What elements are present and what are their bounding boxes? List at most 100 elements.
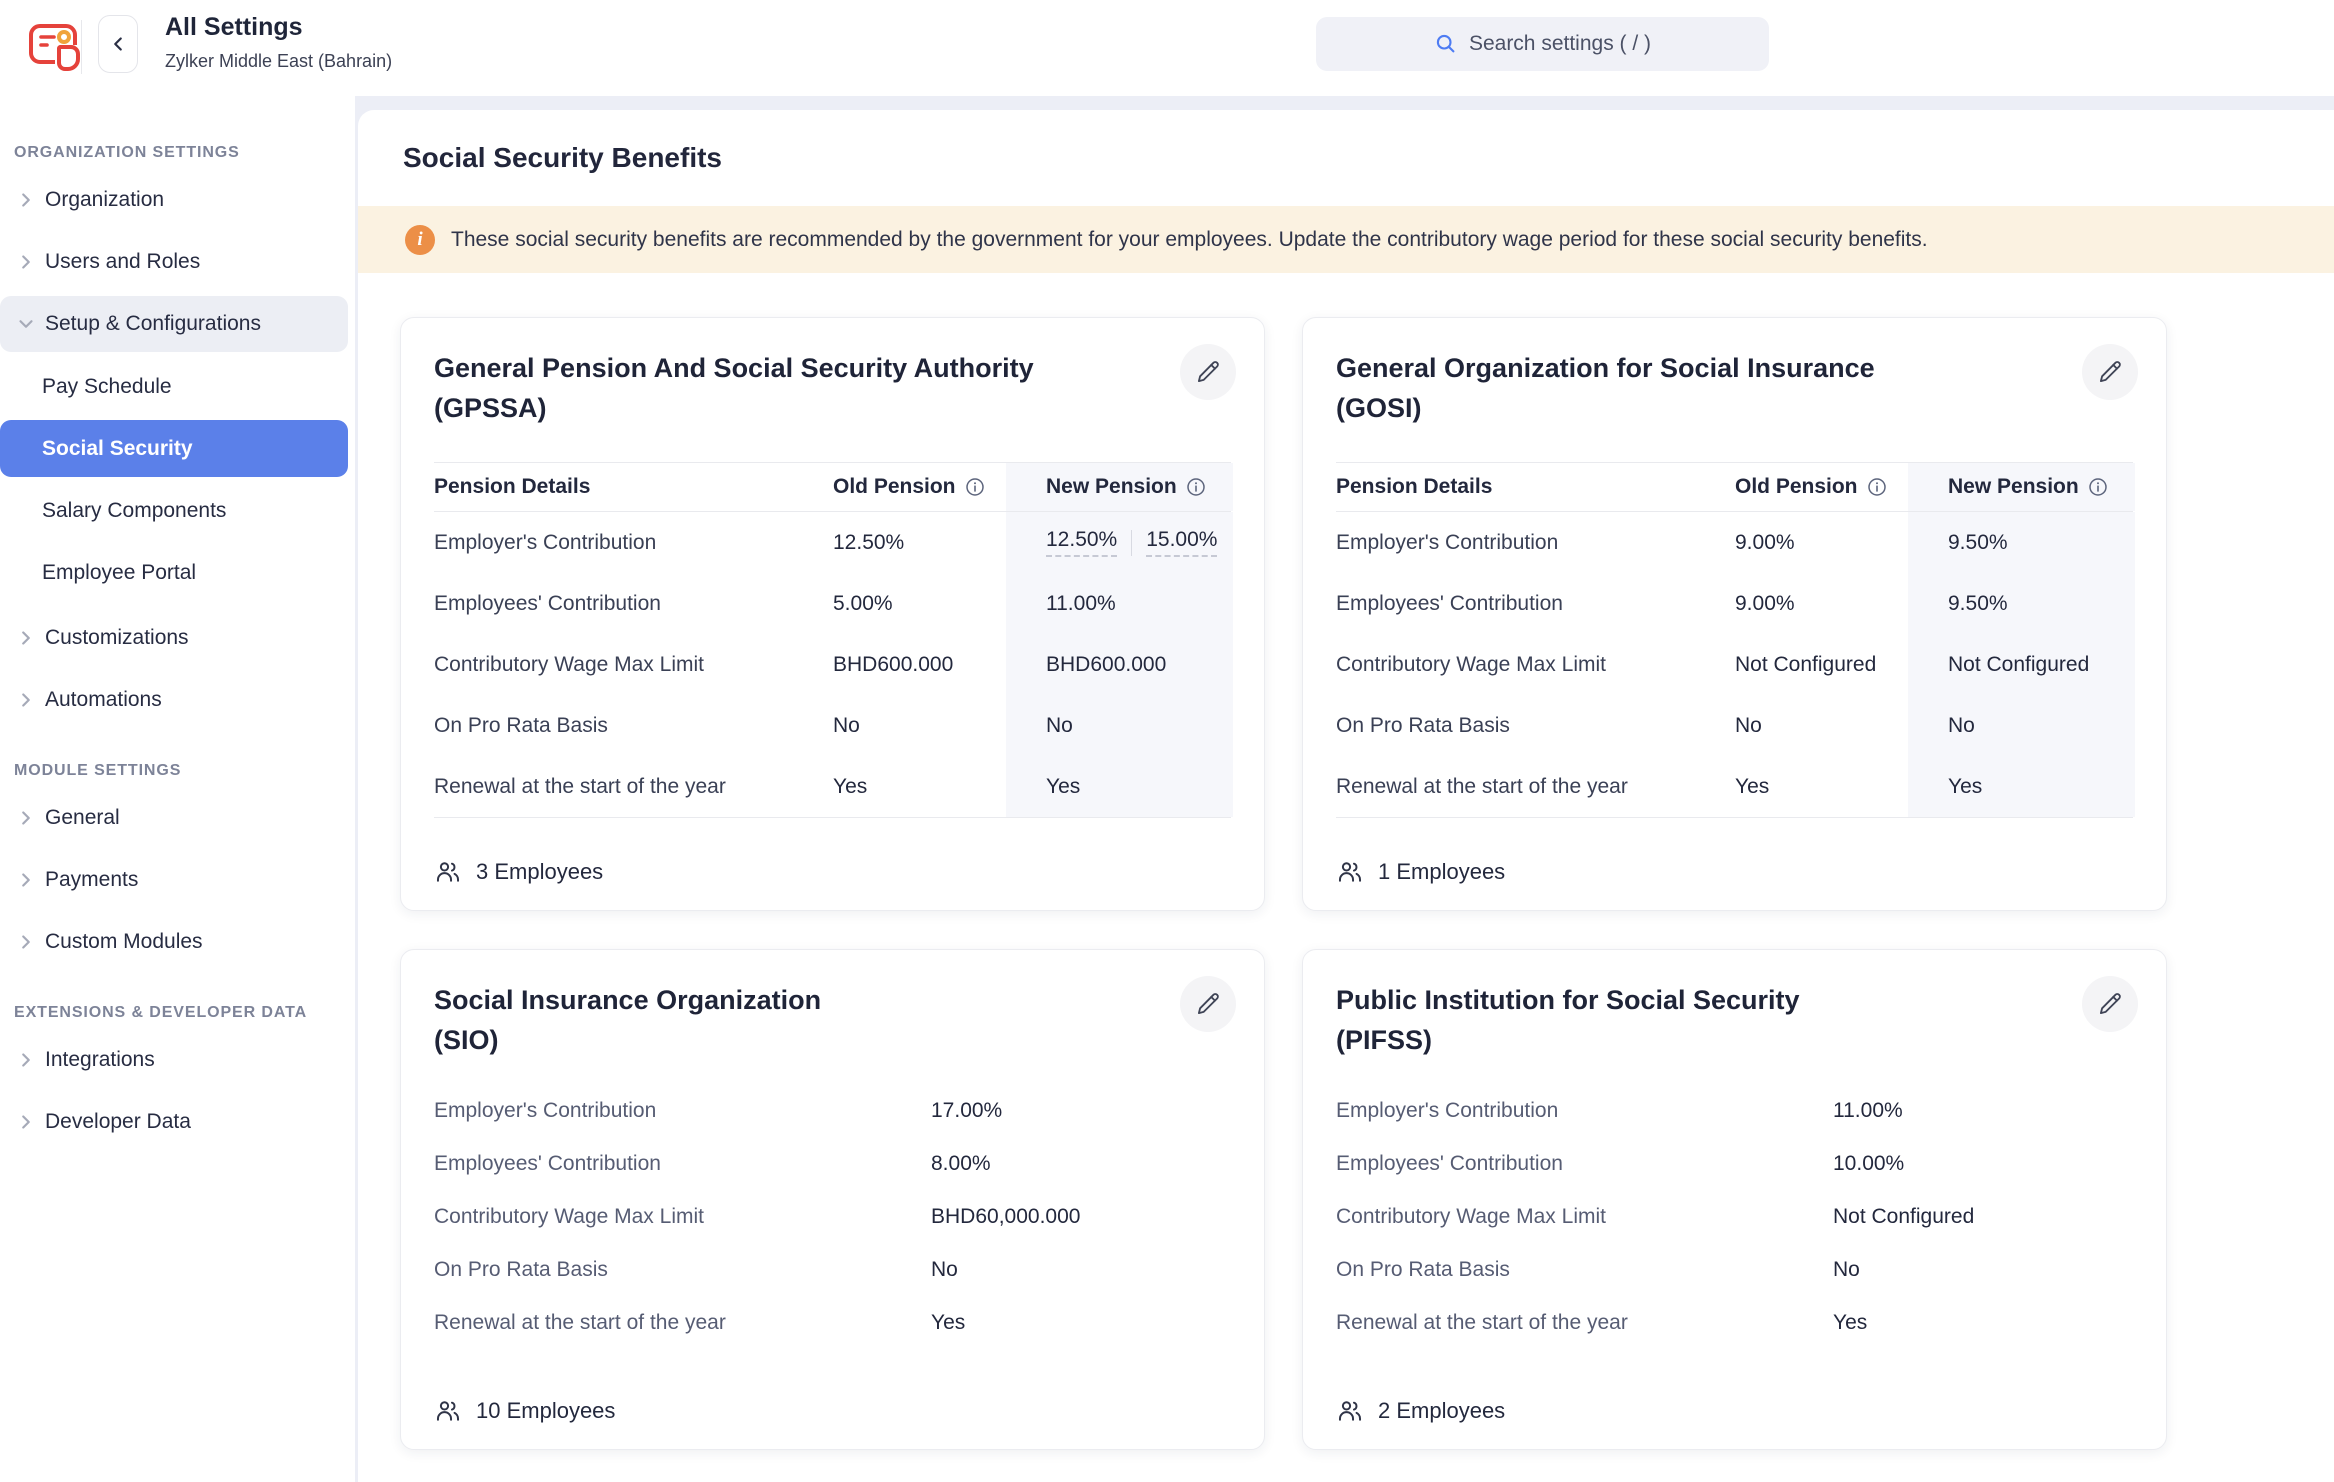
row-value: 8.00% (931, 1152, 1231, 1176)
table-row: Employer's Contribution 12.50% 12.50% 15… (434, 512, 1231, 573)
sidebar-item-label: Pay Schedule (42, 375, 172, 399)
edit-button[interactable] (1180, 976, 1236, 1032)
sidebar-item-customizations[interactable]: Customizations (0, 610, 348, 666)
row-label: Renewal at the start of the year (1336, 1311, 1833, 1335)
chevron-right-icon (15, 1049, 37, 1071)
sidebar-item-label: Setup & Configurations (45, 312, 261, 336)
benefit-details-list: Employer's Contribution 17.00% Employees… (434, 1084, 1231, 1349)
employees-icon (434, 1397, 462, 1425)
new-pension-value: Not Configured (1908, 634, 2135, 695)
detail-row: Employees' Contribution 8.00% (434, 1137, 1231, 1190)
sidebar-item-label: Salary Components (42, 499, 226, 523)
row-label: Renewal at the start of the year (1336, 756, 1735, 817)
sidebar-item-users-and-roles[interactable]: Users and Roles (0, 234, 348, 290)
sidebar-item-label: Integrations (45, 1048, 155, 1072)
benefit-card-sio: Social Insurance Organization(SIO) Emplo… (400, 949, 1265, 1450)
employee-count: 3 Employees (434, 858, 603, 886)
sidebar-item-label: Employee Portal (42, 561, 196, 585)
benefit-card-gosi: General Organization for Social Insuranc… (1302, 317, 2167, 911)
table-row: On Pro Rata Basis No No (1336, 695, 2133, 756)
pencil-icon (1195, 991, 1221, 1017)
employees-icon (434, 858, 462, 886)
employee-count: 1 Employees (1336, 858, 1505, 886)
sidebar-item-setup-configurations[interactable]: Setup & Configurations (0, 296, 348, 352)
info-circle-icon[interactable] (2088, 477, 2108, 497)
benefit-card-gpssa: General Pension And Social Security Auth… (400, 317, 1265, 911)
card-title: Public Institution for Social Security(P… (1336, 980, 2133, 1060)
new-pension-value: 9.50% (1908, 512, 2135, 573)
row-value: Yes (1833, 1311, 2133, 1335)
edit-button[interactable] (2082, 976, 2138, 1032)
old-pension-value: BHD600.000 (833, 634, 1006, 695)
row-label: Employees' Contribution (1336, 1152, 1833, 1176)
old-pension-value: 5.00% (833, 573, 1006, 634)
info-circle-icon[interactable] (1186, 477, 1206, 497)
chevron-right-icon (15, 807, 37, 829)
old-pension-value: 9.00% (1735, 573, 1908, 634)
info-circle-icon[interactable] (1867, 477, 1887, 497)
pencil-icon (2097, 991, 2123, 1017)
table-row: Employees' Contribution 5.00% 11.00% (434, 573, 1231, 634)
sidebar-item-payments[interactable]: Payments (0, 852, 348, 908)
row-label: Contributory Wage Max Limit (434, 634, 833, 695)
row-value: 17.00% (931, 1099, 1231, 1123)
employee-count-label: 10 Employees (476, 1398, 615, 1424)
new-pension-value[interactable]: 12.50% (1046, 528, 1117, 557)
row-value: BHD60,000.000 (931, 1205, 1231, 1229)
column-header-pension-details: Pension Details (434, 463, 833, 511)
new-pension-alt-value[interactable]: 15.00% (1146, 528, 1217, 557)
sidebar-item-label: Payments (45, 868, 138, 892)
organization-name: Zylker Middle East (Bahrain) (165, 51, 392, 72)
search-settings-input[interactable]: Search settings ( / ) (1316, 17, 1769, 71)
sidebar-item-label: Customizations (45, 626, 189, 650)
sidebar-item-label: Custom Modules (45, 930, 203, 954)
row-value: No (931, 1258, 1231, 1282)
row-label: Employees' Contribution (434, 573, 833, 634)
back-button[interactable] (98, 15, 138, 73)
old-pension-value: Yes (833, 756, 1006, 817)
info-banner: i These social security benefits are rec… (358, 206, 2334, 273)
employee-count-label: 2 Employees (1378, 1398, 1505, 1424)
row-label: Contributory Wage Max Limit (1336, 634, 1735, 695)
sidebar-item-general[interactable]: General (0, 790, 348, 846)
sidebar-item-social-security[interactable]: Social Security (0, 420, 348, 477)
detail-row: Contributory Wage Max Limit Not Configur… (1336, 1190, 2133, 1243)
card-title: General Pension And Social Security Auth… (434, 348, 1231, 428)
edit-button[interactable] (2082, 344, 2138, 400)
row-label: Employer's Contribution (1336, 512, 1735, 573)
row-value: Not Configured (1833, 1205, 2133, 1229)
header-divider (81, 20, 82, 74)
sidebar-section-extensions-developer-data: EXTENSIONS & DEVELOPER DATA (14, 1004, 348, 1022)
row-label: Employees' Contribution (434, 1152, 931, 1176)
detail-row: Employer's Contribution 11.00% (1336, 1084, 2133, 1137)
value-divider (1131, 530, 1132, 556)
row-label: On Pro Rata Basis (1336, 1258, 1833, 1282)
edit-button[interactable] (1180, 344, 1236, 400)
pension-table: Pension Details Old Pension New Pension (434, 462, 1231, 818)
sidebar-item-employee-portal[interactable]: Employee Portal (0, 544, 348, 601)
row-value: No (1833, 1258, 2133, 1282)
employee-count: 2 Employees (1336, 1397, 1505, 1425)
detail-row: Renewal at the start of the year Yes (434, 1296, 1231, 1349)
sidebar-item-salary-components[interactable]: Salary Components (0, 482, 348, 539)
sidebar-item-automations[interactable]: Automations (0, 672, 348, 728)
detail-row: On Pro Rata Basis No (1336, 1243, 2133, 1296)
sidebar-item-organization[interactable]: Organization (0, 172, 348, 228)
info-circle-icon[interactable] (965, 477, 985, 497)
sidebar-item-integrations[interactable]: Integrations (0, 1032, 348, 1088)
row-label: Renewal at the start of the year (434, 1311, 931, 1335)
sidebar-item-label: Users and Roles (45, 250, 200, 274)
sidebar-item-developer-data[interactable]: Developer Data (0, 1094, 348, 1150)
detail-row: Employees' Contribution 10.00% (1336, 1137, 2133, 1190)
detail-row: On Pro Rata Basis No (434, 1243, 1231, 1296)
new-pension-value: BHD600.000 (1006, 634, 1233, 695)
chevron-right-icon (15, 869, 37, 891)
employee-count-label: 3 Employees (476, 859, 603, 885)
chevron-right-icon (15, 931, 37, 953)
old-pension-value: 12.50% (833, 512, 1006, 573)
sidebar-item-custom-modules[interactable]: Custom Modules (0, 914, 348, 970)
row-label: Employer's Contribution (1336, 1099, 1833, 1123)
old-pension-value: No (1735, 695, 1908, 756)
sidebar-item-pay-schedule[interactable]: Pay Schedule (0, 358, 348, 415)
top-header-bar: All Settings Zylker Middle East (Bahrain… (0, 0, 2334, 96)
